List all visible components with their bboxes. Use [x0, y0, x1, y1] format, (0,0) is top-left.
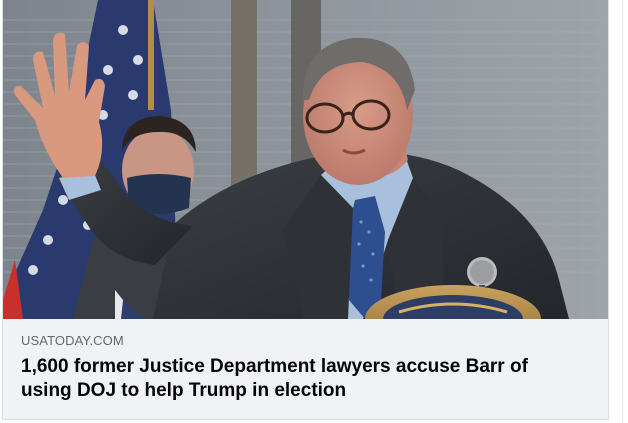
link-preview-footer[interactable]: USATODAY.COM 1,600 former Justice Depart…	[3, 319, 608, 419]
scrollbar-track[interactable]	[622, 0, 623, 423]
source-domain: USATODAY.COM	[21, 333, 124, 348]
article-photo[interactable]	[3, 0, 609, 319]
article-headline[interactable]: 1,600 former Justice Department lawyers …	[21, 355, 581, 403]
feed-page: USATODAY.COM 1,600 former Justice Depart…	[0, 0, 628, 423]
link-preview-card[interactable]: USATODAY.COM 1,600 former Justice Depart…	[2, 0, 609, 420]
right-gutter	[609, 0, 628, 423]
